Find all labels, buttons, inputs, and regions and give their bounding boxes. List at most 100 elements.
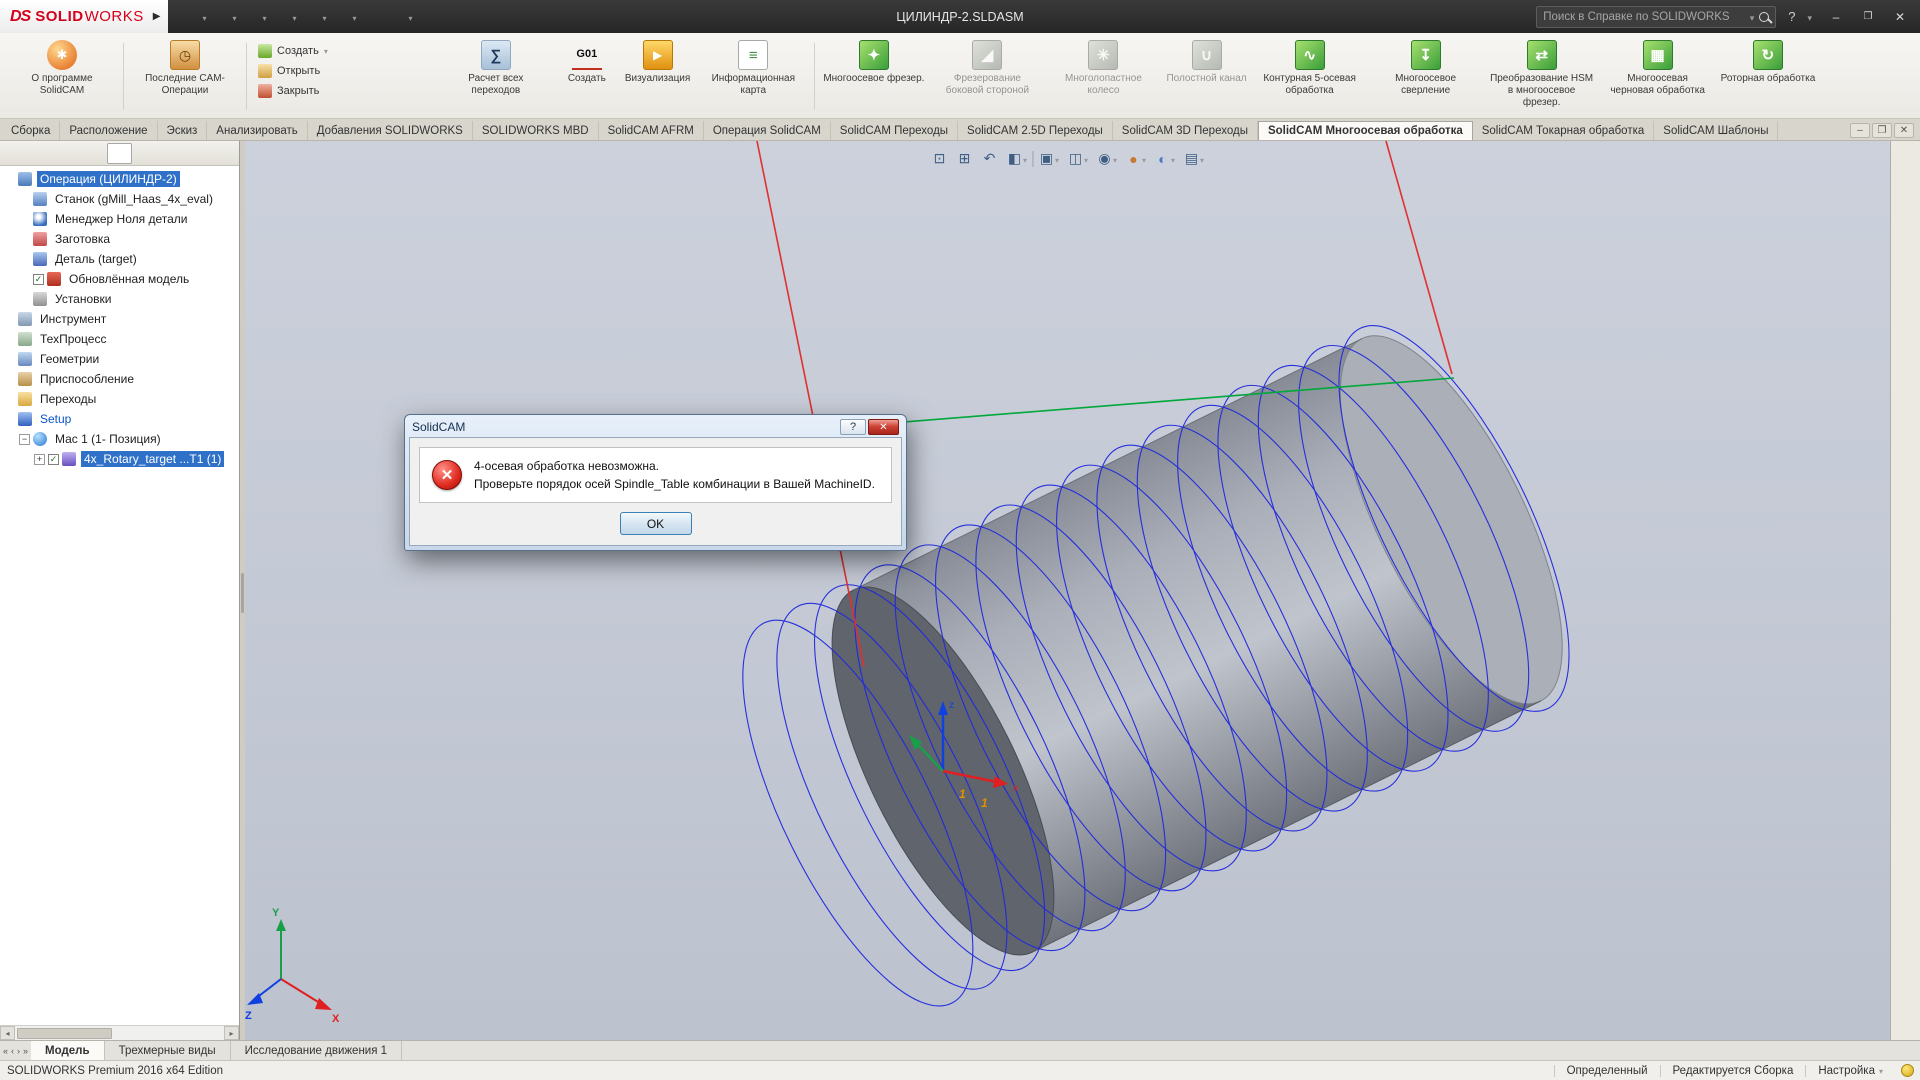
task-pane-tab[interactable] <box>1894 309 1918 333</box>
graphics-viewport[interactable]: z x 1 1 Y X Z <box>245 141 1890 1040</box>
command-tab[interactable]: Анализировать <box>207 121 307 140</box>
quick-access-button[interactable] <box>212 5 239 29</box>
dropdown-caret-icon[interactable] <box>262 10 266 24</box>
ribbon-command[interactable]: Информационная карта <box>695 35 811 118</box>
view-toolbar-button[interactable] <box>953 148 976 169</box>
doc-restore-button[interactable] <box>1872 123 1892 138</box>
search-icon[interactable] <box>1759 12 1769 22</box>
command-tab[interactable]: Добавления SOLIDWORKS <box>308 121 473 140</box>
view-toolbar-button[interactable] <box>1035 148 1062 169</box>
ribbon-about-solidcam[interactable]: О программе SolidCAM <box>4 35 120 118</box>
menu-expand-arrow-icon[interactable]: ▶ <box>153 11 161 22</box>
quick-tips-icon[interactable] <box>1901 1064 1914 1077</box>
minimize-button[interactable] <box>1820 4 1852 30</box>
ribbon-command[interactable]: Полостной канал <box>1161 35 1251 118</box>
command-tab[interactable]: SolidCAM Переходы <box>831 121 958 140</box>
doc-close-button[interactable] <box>1894 123 1914 138</box>
expander-icon[interactable] <box>19 434 30 445</box>
panel-horizontal-scrollbar[interactable]: ◂ ▸ <box>0 1025 239 1040</box>
task-pane-tab[interactable] <box>1894 181 1918 205</box>
view-toolbar-button[interactable] <box>1032 151 1033 167</box>
task-pane-tab[interactable] <box>1894 277 1918 301</box>
ribbon-recent-cam-operations[interactable]: Последние CAM-Операции <box>127 35 243 118</box>
dropdown-caret-icon[interactable] <box>1171 152 1175 166</box>
tree-item[interactable]: Setup <box>0 409 239 429</box>
tree-item[interactable]: 4x_Rotary_target ...T1 (1) <box>0 449 239 469</box>
command-tab[interactable]: Операция SolidCAM <box>704 121 831 140</box>
tree-checkbox[interactable] <box>33 274 44 285</box>
cylinder-model[interactable] <box>698 296 1615 1036</box>
dropdown-caret-icon[interactable] <box>1055 152 1059 166</box>
ok-button[interactable]: OK <box>620 512 692 535</box>
task-pane-tab[interactable] <box>1894 149 1918 173</box>
panel-tab[interactable] <box>55 143 80 164</box>
quick-access-button[interactable] <box>182 5 209 29</box>
dropdown-caret-icon[interactable] <box>409 10 413 24</box>
tree-item[interactable]: Менеджер Ноля детали <box>0 209 239 229</box>
tree-item[interactable]: Операция (ЦИЛИНДР-2) <box>0 169 239 189</box>
expander-icon[interactable] <box>34 454 45 465</box>
quick-access-button[interactable] <box>242 5 269 29</box>
cam-small-button[interactable] <box>342 64 361 83</box>
sheet-tab[interactable]: Исследование движения 1 <box>231 1041 402 1060</box>
sheet-tab[interactable]: Трехмерные виды <box>105 1041 231 1060</box>
view-toolbar-button[interactable] <box>978 148 1001 169</box>
quick-access-button[interactable] <box>389 5 416 29</box>
doc-minimize-button[interactable] <box>1850 123 1870 138</box>
search-input[interactable] <box>1543 11 1744 23</box>
task-pane-tab[interactable] <box>1894 213 1918 237</box>
command-tab[interactable]: SolidCAM 2.5D Переходы <box>958 121 1113 140</box>
quick-access-button[interactable] <box>273 5 300 29</box>
tree-item[interactable]: Заготовка <box>0 229 239 249</box>
dropdown-caret-icon[interactable] <box>1879 1065 1883 1077</box>
tree-checkbox[interactable] <box>48 454 59 465</box>
scroll-right-button[interactable]: ▸ <box>224 1026 239 1040</box>
ribbon-command[interactable]: Многоосевая черновая обработка <box>1600 35 1716 118</box>
tree-item[interactable]: Приспособление <box>0 369 239 389</box>
view-toolbar-button[interactable] <box>1003 148 1030 169</box>
view-toolbar-button[interactable] <box>1093 148 1120 169</box>
dropdown-caret-icon[interactable] <box>293 10 297 24</box>
tree-item[interactable]: Обновлённая модель <box>0 269 239 289</box>
scrollbar-track[interactable] <box>15 1027 224 1040</box>
next-sheet-button[interactable] <box>17 1046 20 1056</box>
view-toolbar-button[interactable] <box>1064 148 1091 169</box>
previous-sheet-button[interactable] <box>11 1046 14 1056</box>
quick-access-button[interactable] <box>303 5 330 29</box>
command-tab[interactable]: SolidCAM Шаблоны <box>1654 121 1778 140</box>
dropdown-caret-icon[interactable] <box>1023 152 1027 166</box>
scrollbar-thumb[interactable] <box>17 1028 112 1039</box>
cam-small-button[interactable] <box>342 41 361 60</box>
quick-access-button[interactable] <box>363 5 386 29</box>
ribbon-command[interactable]: Визуализация <box>620 35 695 118</box>
cam-file-button[interactable]: Создать <box>254 41 332 61</box>
view-toolbar-button[interactable] <box>1180 148 1207 169</box>
cam-file-button[interactable]: Закрыть <box>254 81 332 101</box>
ribbon-command[interactable]: G01 Создать <box>554 35 620 118</box>
tree-item[interactable]: Установки <box>0 289 239 309</box>
status-item[interactable]: Редактируется Сборка <box>1660 1065 1806 1077</box>
quick-access-button[interactable] <box>333 5 360 29</box>
ribbon-command[interactable]: Роторная обработка <box>1716 35 1821 118</box>
view-toolbar-button[interactable] <box>928 148 951 169</box>
ribbon-command[interactable]: Контурная 5-осевая обработка <box>1252 35 1368 118</box>
command-tab[interactable]: Сборка <box>2 121 60 140</box>
panel-tab[interactable] <box>29 143 54 164</box>
cam-file-button[interactable]: Открыть <box>254 61 332 81</box>
tree-item[interactable]: Инструмент <box>0 309 239 329</box>
view-toolbar-button[interactable] <box>1122 148 1149 169</box>
cam-small-button[interactable] <box>365 64 384 83</box>
search-scope-caret-icon[interactable] <box>1750 10 1755 24</box>
ribbon-command[interactable]: Преобразование HSM в многоосевое фрезер. <box>1484 35 1600 118</box>
scroll-left-button[interactable]: ◂ <box>0 1026 15 1040</box>
dropdown-caret-icon[interactable] <box>323 10 327 24</box>
status-item[interactable]: Настройка <box>1805 1065 1895 1077</box>
dropdown-caret-icon[interactable] <box>324 45 328 57</box>
command-tab[interactable]: SolidCAM Многоосевая обработка <box>1258 121 1473 140</box>
help-button[interactable]: ? <box>1784 9 1799 24</box>
tree-item[interactable]: Деталь (target) <box>0 249 239 269</box>
first-sheet-button[interactable] <box>3 1046 8 1056</box>
command-tab[interactable]: SolidCAM 3D Переходы <box>1113 121 1258 140</box>
close-button[interactable] <box>1884 4 1916 30</box>
ribbon-command[interactable]: Фрезерование боковой стороной <box>929 35 1045 118</box>
